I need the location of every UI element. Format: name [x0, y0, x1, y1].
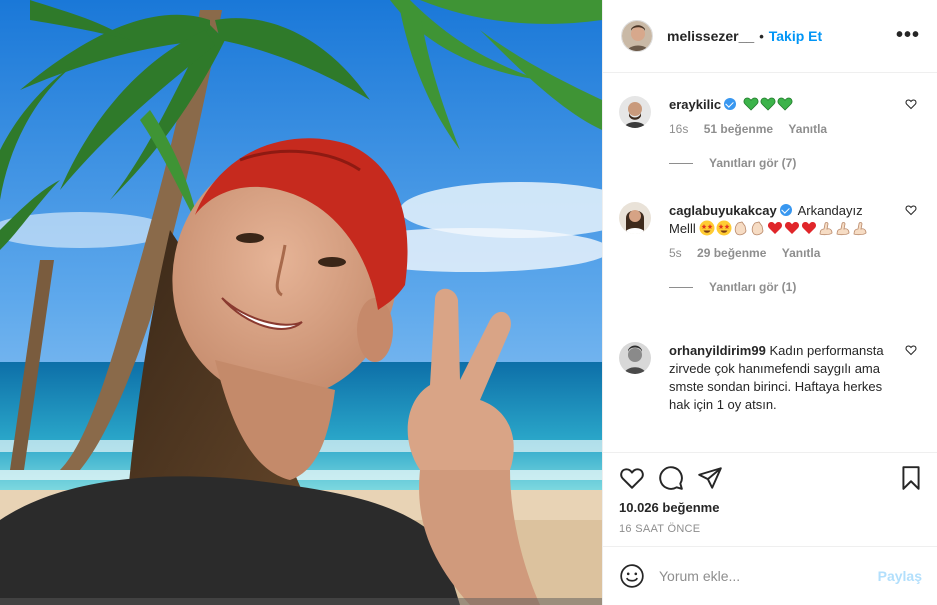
star-struck-icon [699, 220, 715, 236]
comment-input[interactable] [659, 568, 869, 584]
replies-divider [669, 162, 693, 164]
comment-username[interactable]: caglabuyukakcay [669, 203, 777, 218]
green-heart-icon [743, 97, 759, 111]
reply-button[interactable]: Yanıtla [782, 246, 821, 260]
beach-selfie-image [0, 0, 602, 605]
follow-button[interactable]: Takip Et [769, 28, 822, 44]
red-heart-icon [785, 222, 800, 234]
comment-text: caglabuyukakcay Arkandayız Melll [669, 202, 889, 238]
post-header: melissezer__ • Takip Et ••• [603, 0, 937, 73]
view-replies-label: Yanıtları gör (7) [709, 156, 797, 170]
comment-emojis [743, 97, 794, 112]
comment-age[interactable]: 5s [669, 246, 682, 260]
comment-meta: 5s 29 beğenme Yanıtla [669, 246, 919, 260]
view-replies-label: Yanıtları gör (1) [709, 280, 797, 294]
post-comment-button[interactable]: Paylaş [878, 568, 922, 584]
flexed-bicep-icon [836, 222, 850, 236]
comment-like-heart-icon[interactable] [905, 204, 917, 216]
verified-badge-icon [779, 204, 792, 216]
view-replies-button[interactable]: Yanıtları gör (7) [669, 156, 919, 170]
post-actions: 10.026 beğenme 16 SAAT ÖNCE [603, 452, 937, 546]
comment-likes[interactable]: 29 beğenme [697, 246, 766, 260]
action-icons [619, 465, 736, 491]
comment-like-heart-icon[interactable] [905, 98, 917, 110]
commenter-avatar[interactable] [619, 342, 651, 374]
comment-meta: 16s 51 beğenme Yanıtla [669, 122, 919, 136]
clap-icon [735, 221, 747, 236]
verified-badge-icon [724, 98, 737, 110]
post-likes-count[interactable]: 10.026 beğenme [619, 500, 719, 515]
heart-icon[interactable] [619, 465, 645, 491]
red-heart-icon [802, 222, 817, 234]
author-username[interactable]: melissezer__ [667, 28, 754, 44]
flexed-bicep-icon [819, 222, 833, 236]
more-options-icon[interactable]: ••• [896, 25, 920, 45]
emoji-picker-icon[interactable] [619, 563, 645, 589]
green-heart-icon [777, 97, 793, 111]
star-struck-icon [716, 220, 732, 236]
clap-icon [752, 221, 764, 236]
comment-icon[interactable] [658, 465, 684, 491]
separator-dot: • [759, 28, 764, 44]
comment-text: eraykilic [669, 96, 889, 114]
post-timestamp: 16 SAAT ÖNCE [619, 523, 701, 535]
post-photo[interactable] [0, 0, 602, 605]
post-detail-panel: melissezer__ • Takip Et ••• eraykilic 16… [602, 0, 937, 605]
bookmark-icon[interactable] [898, 465, 924, 491]
comment-item: orhanyildirim99 Kadın performansta zirve… [619, 342, 919, 414]
flexed-bicep-icon [853, 222, 867, 236]
view-replies-button[interactable]: Yanıtları gör (1) [669, 280, 919, 294]
comment-username[interactable]: orhanyildirim99 [669, 343, 766, 358]
comment-age[interactable]: 16s [669, 122, 688, 136]
author-avatar[interactable] [621, 20, 653, 52]
comment-item: eraykilic 16s 51 beğenme Yanıtla Yanıtla… [619, 96, 919, 170]
comment-username[interactable]: eraykilic [669, 97, 721, 112]
comment-like-heart-icon[interactable] [905, 344, 917, 356]
replies-divider [669, 286, 693, 288]
commenter-avatar[interactable] [619, 202, 651, 234]
green-heart-icon [760, 97, 776, 111]
red-heart-icon [768, 222, 783, 234]
comment-item: caglabuyukakcay Arkandayız Melll 5s 29 b… [619, 202, 919, 294]
comment-likes[interactable]: 51 beğenme [704, 122, 773, 136]
comment-emojis [699, 220, 869, 236]
comments-list[interactable]: eraykilic 16s 51 beğenme Yanıtla Yanıtla… [603, 74, 937, 452]
add-comment-form: Paylaş [603, 546, 937, 605]
reply-button[interactable]: Yanıtla [788, 122, 827, 136]
commenter-avatar[interactable] [619, 96, 651, 128]
comment-text: orhanyildirim99 Kadın performansta zirve… [669, 342, 889, 414]
share-icon[interactable] [697, 465, 723, 491]
